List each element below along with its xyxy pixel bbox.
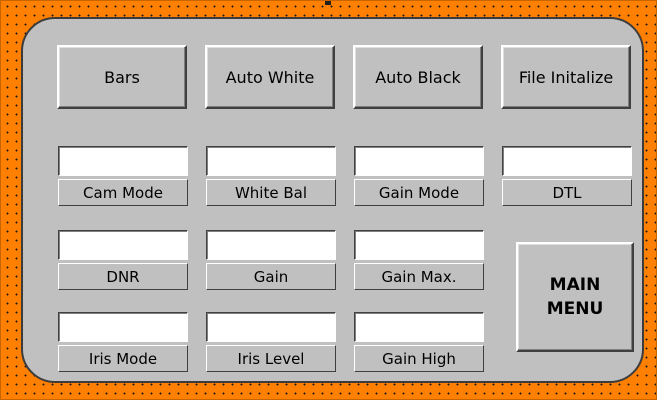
- top-handle-marker: [325, 1, 331, 5]
- gain-mode-field[interactable]: [354, 146, 484, 176]
- dnr-label: DNR: [58, 263, 188, 290]
- main-menu-label-line1: MAIN: [549, 275, 601, 295]
- cam-mode-field[interactable]: [58, 146, 188, 176]
- design-canvas-frame: Bars Auto White Auto Black File Initaliz…: [0, 0, 657, 400]
- dtl-label: DTL: [502, 179, 632, 206]
- iris-level-field[interactable]: [206, 312, 336, 342]
- cam-mode-label: Cam Mode: [58, 179, 188, 206]
- iris-mode-field[interactable]: [58, 312, 188, 342]
- iris-level-label: Iris Level: [206, 345, 336, 372]
- gain-field[interactable]: [206, 230, 336, 260]
- file-initalize-button[interactable]: File Initalize: [501, 45, 631, 109]
- white-bal-field[interactable]: [206, 146, 336, 176]
- gain-max-field[interactable]: [354, 230, 484, 260]
- gain-max-label: Gain Max.: [354, 263, 484, 290]
- iris-mode-label: Iris Mode: [58, 345, 188, 372]
- white-bal-label: White Bal: [206, 179, 336, 206]
- gain-high-label: Gain High: [354, 345, 484, 372]
- auto-white-button[interactable]: Auto White: [205, 45, 335, 109]
- main-menu-label-line2: MENU: [546, 299, 604, 319]
- gain-mode-label: Gain Mode: [354, 179, 484, 206]
- bars-button[interactable]: Bars: [57, 45, 187, 109]
- dnr-field[interactable]: [58, 230, 188, 260]
- gain-label: Gain: [206, 263, 336, 290]
- auto-black-button[interactable]: Auto Black: [353, 45, 483, 109]
- dtl-field[interactable]: [502, 146, 632, 176]
- main-menu-button[interactable]: MAIN MENU: [516, 242, 634, 352]
- gain-high-field[interactable]: [354, 312, 484, 342]
